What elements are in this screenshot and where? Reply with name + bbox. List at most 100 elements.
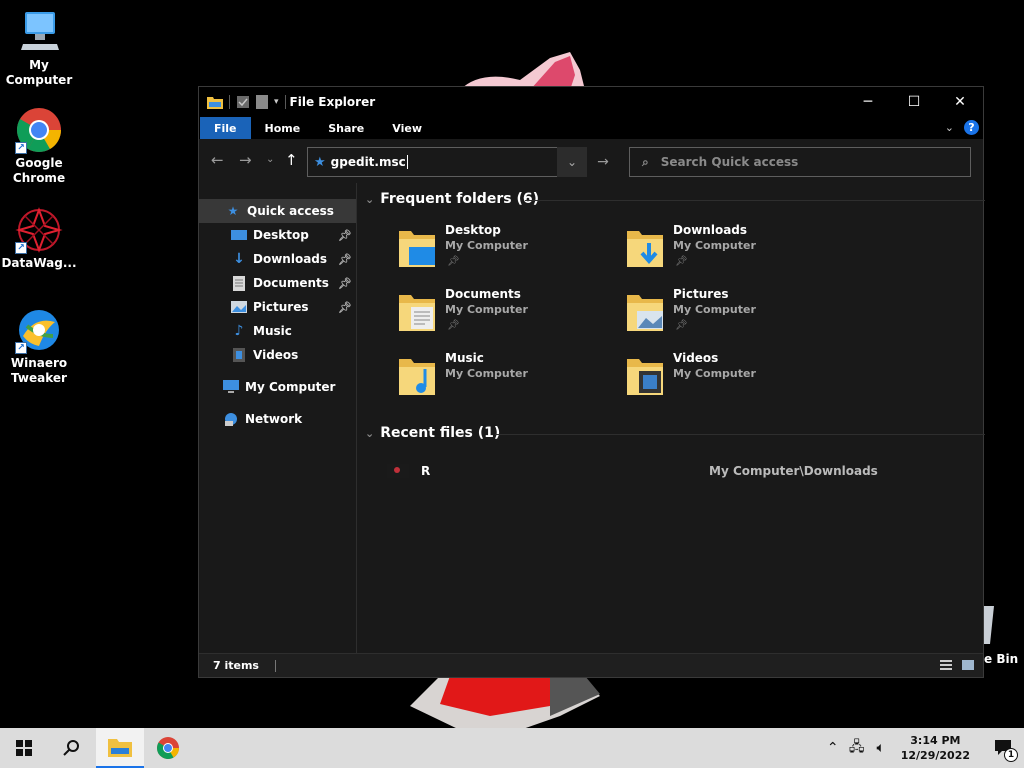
search-placeholder[interactable]: Search Quick access [661,155,799,169]
tab-home[interactable]: Home [251,117,315,139]
folder-tile-music[interactable]: Music My Computer [397,351,597,403]
windows-logo-icon [16,740,32,756]
ribbon-tabs: File Home Share View ⌄ ? [199,117,983,139]
minimize-button[interactable]: ─ [845,87,891,117]
pin-icon: 📌︎ [675,256,688,267]
chrome-icon: ↗ [15,106,63,154]
up-button[interactable]: ↑ [285,151,298,169]
nav-item-label: Pictures [253,300,309,314]
network-icon [223,411,239,427]
expand-ribbon-icon[interactable]: ⌄ [945,121,954,134]
taskbar: ⌃ 🖧︎ 🔈︎ 3:14 PM 12/29/2022 1 [0,728,1024,768]
go-button[interactable]: → [589,147,617,177]
search-button[interactable] [48,728,96,768]
tab-file[interactable]: File [200,117,251,139]
help-icon[interactable]: ? [964,120,979,135]
file-explorer-window[interactable]: ▾ File Explorer ─ ☐ ✕ File Home Share Vi… [198,86,985,678]
shortcut-arrow-icon: ↗ [15,342,27,354]
search-box[interactable]: ⌕ Search Quick access [629,147,971,177]
datawag-icon: ↗ [15,206,63,254]
music-folder-icon [399,359,435,395]
recent-file-name: R [421,464,431,478]
address-dropdown-button[interactable]: ⌄ [557,147,587,177]
start-button[interactable] [0,728,48,768]
frequent-folders-heading: Frequent folders (6) [380,191,539,207]
recycle-bin-label[interactable]: e Bin [984,652,1018,666]
pin-icon: 📌︎ [447,320,460,331]
nav-item-quick-access[interactable]: ★ Quick access [199,199,356,223]
desktop-icon-label: DataWag... [1,256,77,270]
address-row: ← → ⌄ ↑ ★ gpedit.msc ⌄ → ⌕ Search Quick … [199,139,983,183]
recent-file-path: My Computer\Downloads [709,464,878,478]
close-button[interactable]: ✕ [937,87,983,117]
folder-name: Documents [445,287,521,301]
desktop-icon-winaero-tweaker[interactable]: ↗ Winaero Tweaker [0,306,78,386]
forward-button[interactable]: → [239,151,252,169]
nav-item-documents[interactable]: Documents 📌︎ [199,271,356,295]
back-button[interactable]: ← [211,151,224,169]
taskbar-chrome[interactable] [144,728,192,768]
desktop-icon-datawag[interactable]: ↗ DataWag... [0,206,78,271]
view-toggles [939,658,975,672]
nav-item-my-computer[interactable]: My Computer [199,375,356,399]
file-thumbnail-icon [387,464,409,478]
computer-icon [223,379,239,395]
maximize-button[interactable]: ☐ [891,87,937,117]
recent-files-header[interactable]: ⌄ Recent files (1) [365,425,985,441]
taskbar-file-explorer[interactable] [96,728,144,768]
nav-item-music[interactable]: ♪ Music [199,319,356,343]
desktop-icon-my-computer[interactable]: My Computer [0,8,78,88]
chevron-down-icon: ⌄ [365,426,375,440]
quick-access-toolbar: ▾ [199,95,286,109]
nav-item-label: Desktop [253,228,309,242]
properties-icon[interactable] [236,95,250,109]
main-pane: ⌄ Frequent folders (6) Desktop My Comput… [357,183,985,655]
nav-item-desktop[interactable]: Desktop 📌︎ [199,223,356,247]
star-icon: ★ [314,154,326,170]
folder-tile-pictures[interactable]: Pictures My Computer 📌︎ [625,287,825,339]
new-folder-icon[interactable] [256,95,268,109]
address-bar[interactable]: ★ gpedit.msc [307,147,587,177]
large-icons-view-icon[interactable] [961,658,975,672]
window-title: File Explorer [289,95,376,109]
desktop-icon-google-chrome[interactable]: ↗ Google Chrome [0,106,78,186]
customize-toolbar-icon[interactable]: ▾ [274,97,279,107]
nav-item-downloads[interactable]: ↓ Downloads 📌︎ [199,247,356,271]
frequent-folders-header[interactable]: ⌄ Frequent folders (6) [365,191,985,207]
folder-tile-videos[interactable]: Videos My Computer [625,351,825,403]
nav-item-label: My Computer [245,380,336,394]
tab-share[interactable]: Share [314,117,378,139]
network-icon[interactable]: 🖧︎ [845,736,869,760]
recent-locations-dropdown[interactable]: ⌄ [266,154,274,165]
shortcut-arrow-icon: ↗ [15,242,27,254]
search-icon: ⌕ [642,154,649,169]
folder-tile-desktop[interactable]: Desktop My Computer 📌︎ [397,223,597,275]
nav-item-network[interactable]: Network [199,407,356,431]
notification-badge: 1 [1004,748,1018,762]
folder-location: My Computer [673,367,756,380]
wallpaper-fragment-bottom [410,676,600,730]
divider [495,434,985,435]
title-bar[interactable]: ▾ File Explorer ─ ☐ ✕ [199,87,983,117]
nav-item-pictures[interactable]: Pictures 📌︎ [199,295,356,319]
folder-tile-documents[interactable]: Documents My Computer 📌︎ [397,287,597,339]
volume-icon[interactable]: 🔈︎ [869,740,893,756]
search-icon [63,740,79,756]
action-center-button[interactable]: 1 [984,728,1024,768]
pictures-folder-icon [627,295,663,331]
recent-file-row[interactable]: R My Computer\Downloads [387,461,987,481]
details-view-icon[interactable] [939,658,953,672]
desktop-icon-label: Winaero Tweaker [10,356,68,385]
download-icon: ↓ [233,251,245,267]
monitor-icon [15,8,63,56]
address-input[interactable]: gpedit.msc [331,155,406,169]
nav-item-videos[interactable]: Videos [199,343,356,367]
folder-name: Pictures [673,287,729,301]
tab-view[interactable]: View [378,117,436,139]
clock-date: 12/29/2022 [900,749,970,762]
star-icon: ★ [227,204,239,218]
content-area: ★ Quick access Desktop 📌︎ ↓ Downloads 📌︎… [199,183,985,655]
chevron-up-icon[interactable]: ⌃ [821,740,845,756]
clock[interactable]: 3:14 PM 12/29/2022 [901,733,970,763]
folder-tile-downloads[interactable]: Downloads My Computer 📌︎ [625,223,825,275]
